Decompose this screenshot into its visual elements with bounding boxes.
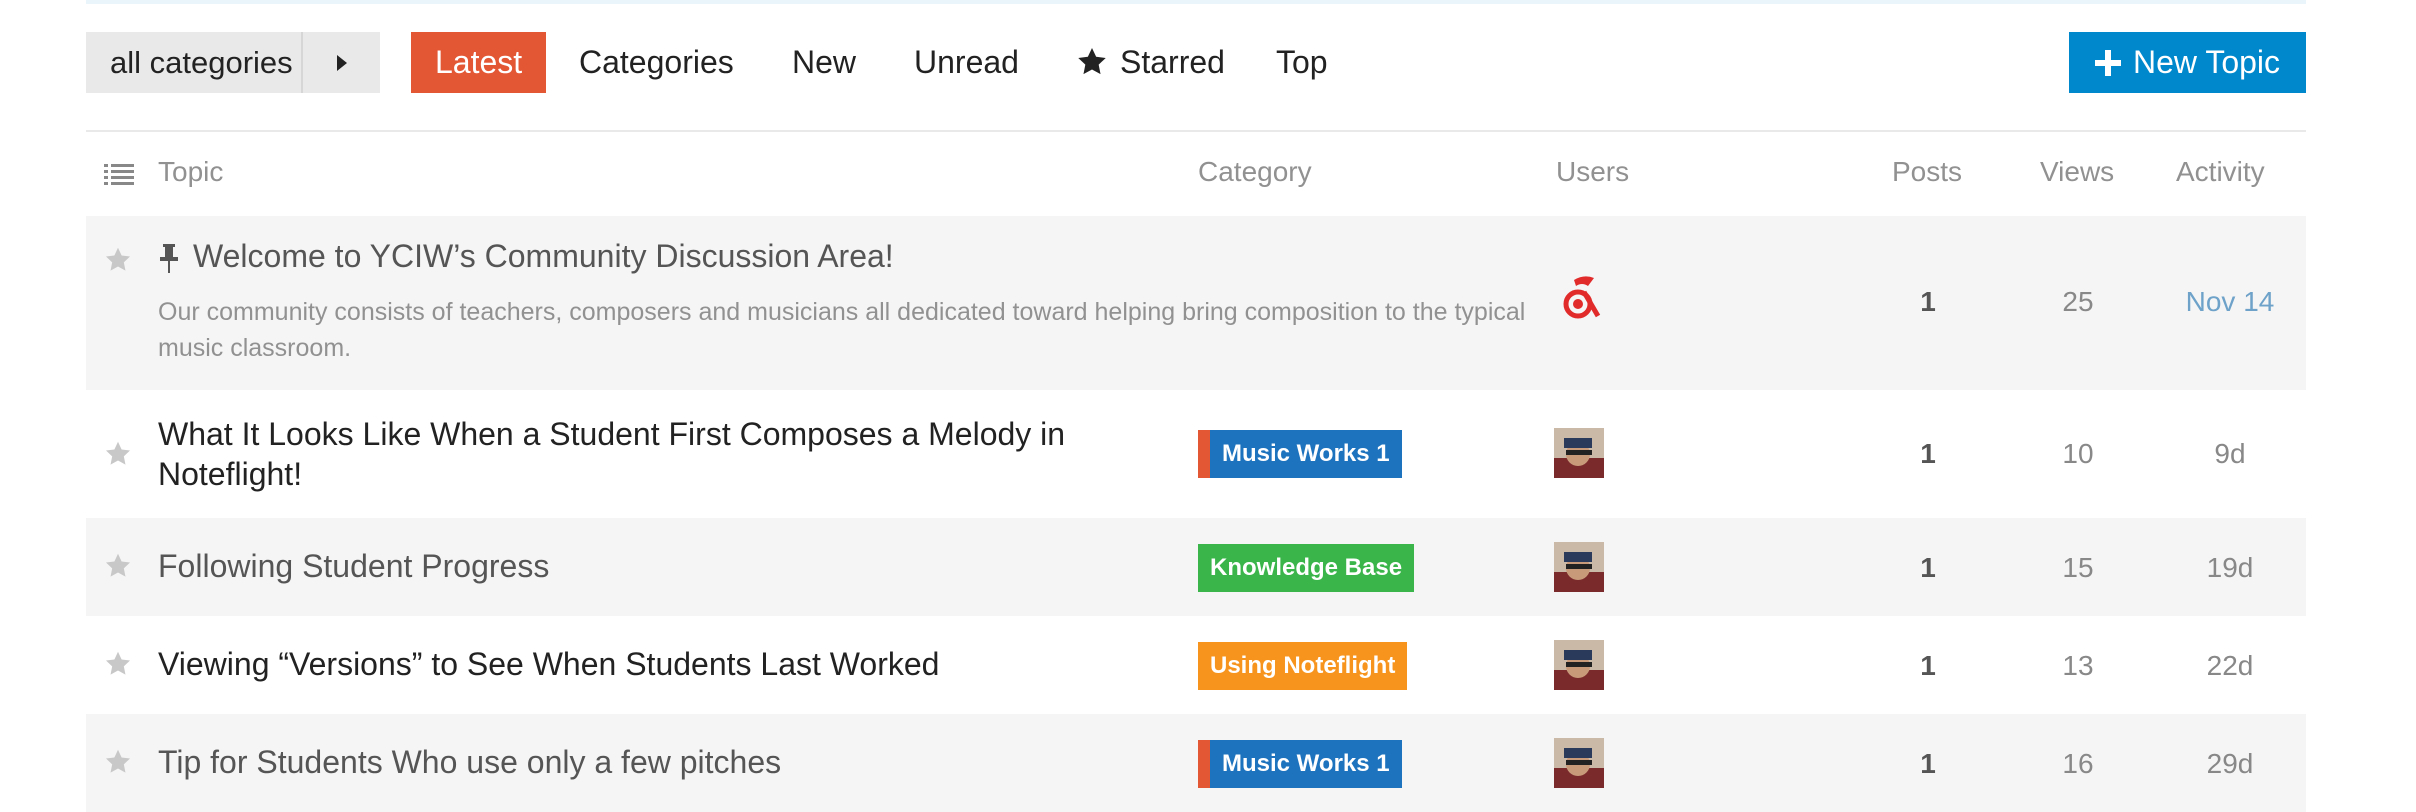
column-topic: Topic: [158, 156, 224, 187]
category-badge[interactable]: Using Noteflight: [1198, 642, 1408, 690]
nav-top[interactable]: Top: [1252, 32, 1352, 93]
nav-categories[interactable]: Categories: [555, 32, 758, 93]
posts-count: 1: [1920, 438, 1936, 469]
list-icon[interactable]: [104, 162, 134, 186]
top-border: [86, 0, 2306, 4]
avatar[interactable]: [1554, 542, 1604, 592]
navigation-bar: all categories Latest Categories New Unr…: [86, 32, 2306, 95]
activity-date[interactable]: 22d: [2172, 650, 2288, 682]
star-icon: [1078, 48, 1106, 75]
category-badge[interactable]: Music Works 1: [1198, 430, 1402, 478]
nav-new[interactable]: New: [768, 32, 880, 93]
topic-title[interactable]: Following Student Progress: [158, 546, 549, 586]
column-activity[interactable]: Activity: [2176, 156, 2265, 188]
plus-icon: [2094, 49, 2121, 76]
topic-list-header: Topic Category Users Posts Views Activit…: [86, 150, 2306, 194]
new-topic-label: New Topic: [2132, 44, 2281, 80]
topic-row[interactable]: Viewing “Versions” to See When Students …: [86, 616, 2306, 714]
topic-title[interactable]: Viewing “Versions” to See When Students …: [158, 644, 939, 684]
category-badge[interactable]: Knowledge Base: [1198, 544, 1415, 592]
pin-icon: [160, 244, 178, 273]
category-badge[interactable]: Music Works 1: [1198, 740, 1402, 788]
nav-starred-label: Starred: [1120, 44, 1225, 80]
topic-title[interactable]: What It Looks Like When a Student First …: [158, 414, 1178, 494]
posts-count: 1: [1920, 286, 1936, 317]
views-count: 25: [2062, 286, 2094, 317]
avatar[interactable]: [1554, 640, 1604, 690]
star-icon[interactable]: [104, 552, 132, 580]
divider: [86, 130, 2306, 132]
column-posts[interactable]: Posts: [1892, 156, 1962, 188]
column-views[interactable]: Views: [2040, 156, 2114, 188]
activity-date[interactable]: 19d: [2172, 552, 2288, 584]
topic-row[interactable]: What It Looks Like When a Student First …: [86, 390, 2306, 518]
avatar[interactable]: [1554, 428, 1604, 478]
activity-date[interactable]: 29d: [2172, 748, 2288, 780]
topic-row[interactable]: Tip for Students Who use only a few pitc…: [86, 714, 2306, 812]
category-dropdown[interactable]: all categories: [86, 32, 380, 93]
views-count: 10: [2062, 438, 2094, 469]
column-users: Users: [1556, 156, 1630, 187]
posts-count: 1: [1920, 552, 1936, 583]
star-icon[interactable]: [104, 246, 132, 274]
views-count: 16: [2062, 748, 2094, 779]
column-category: Category: [1198, 156, 1312, 187]
avatar[interactable]: [1554, 272, 1604, 322]
nav-starred[interactable]: Starred: [1052, 32, 1249, 93]
nav-unread[interactable]: Unread: [890, 32, 1043, 93]
topic-title[interactable]: Welcome to YCIW’s Community Discussion A…: [193, 236, 894, 276]
topic-row[interactable]: Welcome to YCIW’s Community Discussion A…: [86, 216, 2306, 390]
activity-date[interactable]: Nov 14: [2172, 286, 2288, 318]
topic-title[interactable]: Tip for Students Who use only a few pitc…: [158, 742, 781, 782]
nav-latest[interactable]: Latest: [411, 32, 547, 93]
new-topic-button[interactable]: New Topic: [2069, 32, 2306, 93]
posts-count: 1: [1920, 748, 1936, 779]
topic-excerpt[interactable]: Our community consists of teachers, comp…: [158, 294, 1578, 366]
posts-count: 1: [1920, 650, 1936, 681]
views-count: 13: [2062, 650, 2094, 681]
activity-date[interactable]: 9d: [2172, 438, 2288, 470]
star-icon[interactable]: [104, 440, 132, 468]
topic-row[interactable]: Following Student Progress Knowledge Bas…: [86, 518, 2306, 616]
star-icon[interactable]: [104, 748, 132, 776]
category-dropdown-label: all categories: [110, 44, 293, 80]
caret-right-icon[interactable]: [303, 53, 380, 73]
avatar[interactable]: [1554, 738, 1604, 788]
star-icon[interactable]: [104, 650, 132, 678]
views-count: 15: [2062, 552, 2094, 583]
topic-list: Welcome to YCIW’s Community Discussion A…: [86, 216, 2306, 812]
